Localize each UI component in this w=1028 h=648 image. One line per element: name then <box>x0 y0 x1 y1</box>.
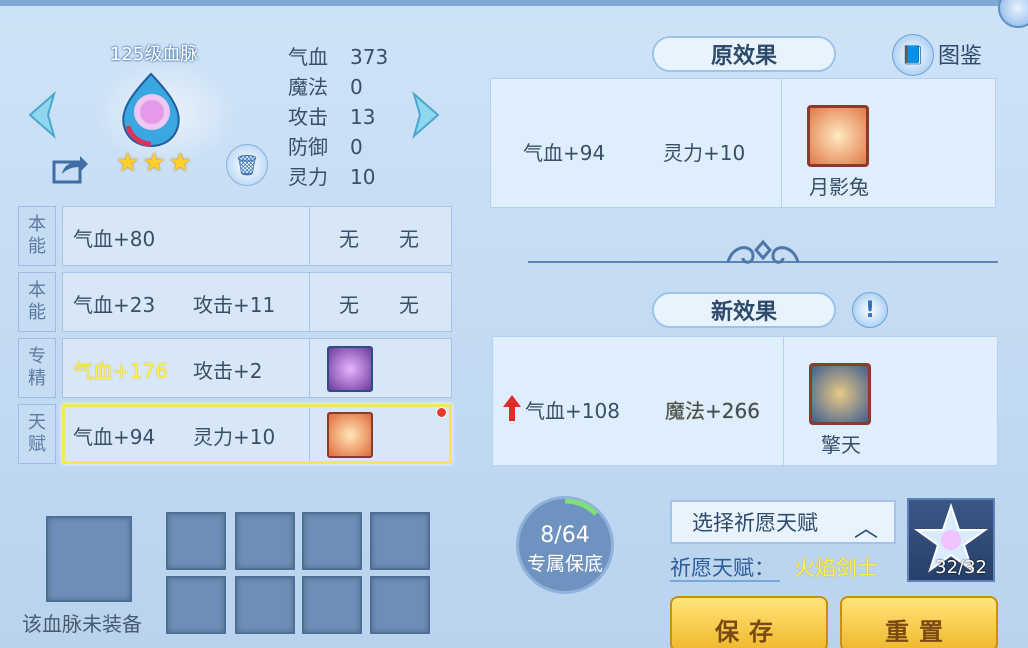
stat-label: 攻击 <box>288 105 328 129</box>
guarantee-progress: 8/64 专属保底 <box>516 496 614 594</box>
atlas-label[interactable]: 图鉴 <box>938 38 982 70</box>
new-stat-2: 魔法+266 <box>665 399 760 423</box>
top-frame <box>0 0 1028 6</box>
attr-c: 无 <box>339 293 359 317</box>
attr-a: 气血+23 <box>73 293 156 317</box>
attr-a: 气血+94 <box>73 425 156 449</box>
stat-value: 0 <box>350 75 363 99</box>
wish-value: 火焰剑士 <box>794 556 878 580</box>
original-effect-title: 原效果 <box>652 36 836 72</box>
new-icon-caption: 擎天 <box>821 433 861 457</box>
sky-pillar-icon[interactable] <box>809 363 871 425</box>
attr-a: 气血+176 <box>73 359 168 383</box>
original-stat-1: 气血+94 <box>523 141 606 165</box>
table-row[interactable]: 本能 气血+23 攻击+11 无 无 <box>18 272 454 332</box>
rabbit-avatar-icon[interactable] <box>327 412 373 458</box>
guarantee-count: 8/64 <box>540 523 590 548</box>
star-icon: ★ <box>142 148 166 178</box>
stat-label: 灵力 <box>288 165 328 189</box>
wish-talent-select[interactable]: 选择祈愿天赋 ︿ <box>670 500 896 544</box>
wish-underline <box>670 580 780 582</box>
stat-label: 气血 <box>288 45 328 69</box>
table-row[interactable]: 本能 气血+80 无 无 <box>18 206 454 266</box>
rabbit-avatar-icon[interactable] <box>807 105 869 167</box>
divider-ornament <box>528 239 998 264</box>
up-arrow-icon <box>503 395 521 421</box>
original-stat-2: 灵力+10 <box>663 141 746 165</box>
crystal-count: 32/32 <box>935 557 987 578</box>
attr-d: 无 <box>399 293 419 317</box>
next-arrow-icon[interactable] <box>410 90 444 140</box>
prev-arrow-icon[interactable] <box>24 90 58 140</box>
stat-label: 魔法 <box>288 75 328 99</box>
star-icon: ★ <box>116 148 140 178</box>
equip-slot[interactable] <box>235 512 295 570</box>
equip-slot[interactable] <box>235 576 295 634</box>
bloodline-title: 125级血脉 <box>110 44 199 65</box>
original-effect-panel: 气血+94 灵力+10 月影兔 <box>490 78 996 208</box>
unequipped-label: 该血脉未装备 <box>22 612 142 636</box>
reset-button[interactable]: 重置 <box>840 596 998 648</box>
attr-b: 攻击+2 <box>193 359 263 383</box>
new-effect-title: 新效果 <box>652 292 836 328</box>
wish-label: 祈愿天赋： <box>670 556 775 580</box>
main-equip-slot[interactable] <box>46 516 132 602</box>
attr-d: 无 <box>399 227 419 251</box>
star-icon: ★ <box>168 148 192 178</box>
row-tag: 本能 <box>18 206 56 266</box>
stat-value: 13 <box>350 105 376 129</box>
new-stat-1: 气血+108 <box>525 399 620 423</box>
equip-slot[interactable] <box>302 512 362 570</box>
row-tag: 专精 <box>18 338 56 398</box>
equip-slot[interactable] <box>166 512 226 570</box>
row-tag: 天赋 <box>18 404 56 464</box>
stat-value: 10 <box>350 165 376 189</box>
wish-select-label: 选择祈愿天赋 <box>692 511 818 535</box>
trash-icon[interactable]: 🗑 <box>226 144 268 186</box>
attr-c: 无 <box>339 227 359 251</box>
equip-slot[interactable] <box>166 576 226 634</box>
share-icon[interactable] <box>52 152 90 184</box>
save-button[interactable]: 保存 <box>670 596 828 648</box>
bloodline-stats: 气血 373 魔法 0 攻击 13 防御 0 灵力 10 <box>288 42 388 192</box>
attr-b: 攻击+11 <box>193 293 276 317</box>
new-effect-panel: 气血+108 魔法+266 擎天 <box>492 336 998 466</box>
row-tag: 本能 <box>18 272 56 332</box>
equip-slot[interactable] <box>370 576 430 634</box>
corner-button[interactable] <box>998 0 1028 28</box>
info-icon[interactable]: ! <box>852 292 888 328</box>
attr-a: 气血+80 <box>73 227 156 251</box>
stat-value: 0 <box>350 135 363 159</box>
stat-label: 防御 <box>288 135 328 159</box>
equip-slot[interactable] <box>370 512 430 570</box>
crystal-icon[interactable] <box>327 346 373 392</box>
bloodline-screen: 125级血脉 ★ ★ ★ 🗑 气血 373 魔法 0 攻击 13 防御 0 灵力 10 <box>0 0 1028 648</box>
equip-slot[interactable] <box>302 576 362 634</box>
star-rating: ★ ★ ★ <box>116 150 192 176</box>
table-row[interactable]: 专精 气血+176 攻击+2 <box>18 338 454 398</box>
chevron-up-icon: ︿ <box>854 514 878 542</box>
atlas-book-icon[interactable]: 📘 <box>892 34 934 76</box>
wish-crystal-item[interactable]: 32/32 <box>907 498 995 582</box>
table-row[interactable]: 天赋 气血+94 灵力+10 <box>18 404 454 464</box>
bloodline-gem-icon[interactable] <box>118 72 184 148</box>
stat-value: 373 <box>350 45 389 69</box>
notification-dot <box>436 407 447 418</box>
attr-b: 灵力+10 <box>193 425 276 449</box>
original-icon-caption: 月影兔 <box>809 175 869 199</box>
guarantee-label: 专属保底 <box>526 553 603 575</box>
